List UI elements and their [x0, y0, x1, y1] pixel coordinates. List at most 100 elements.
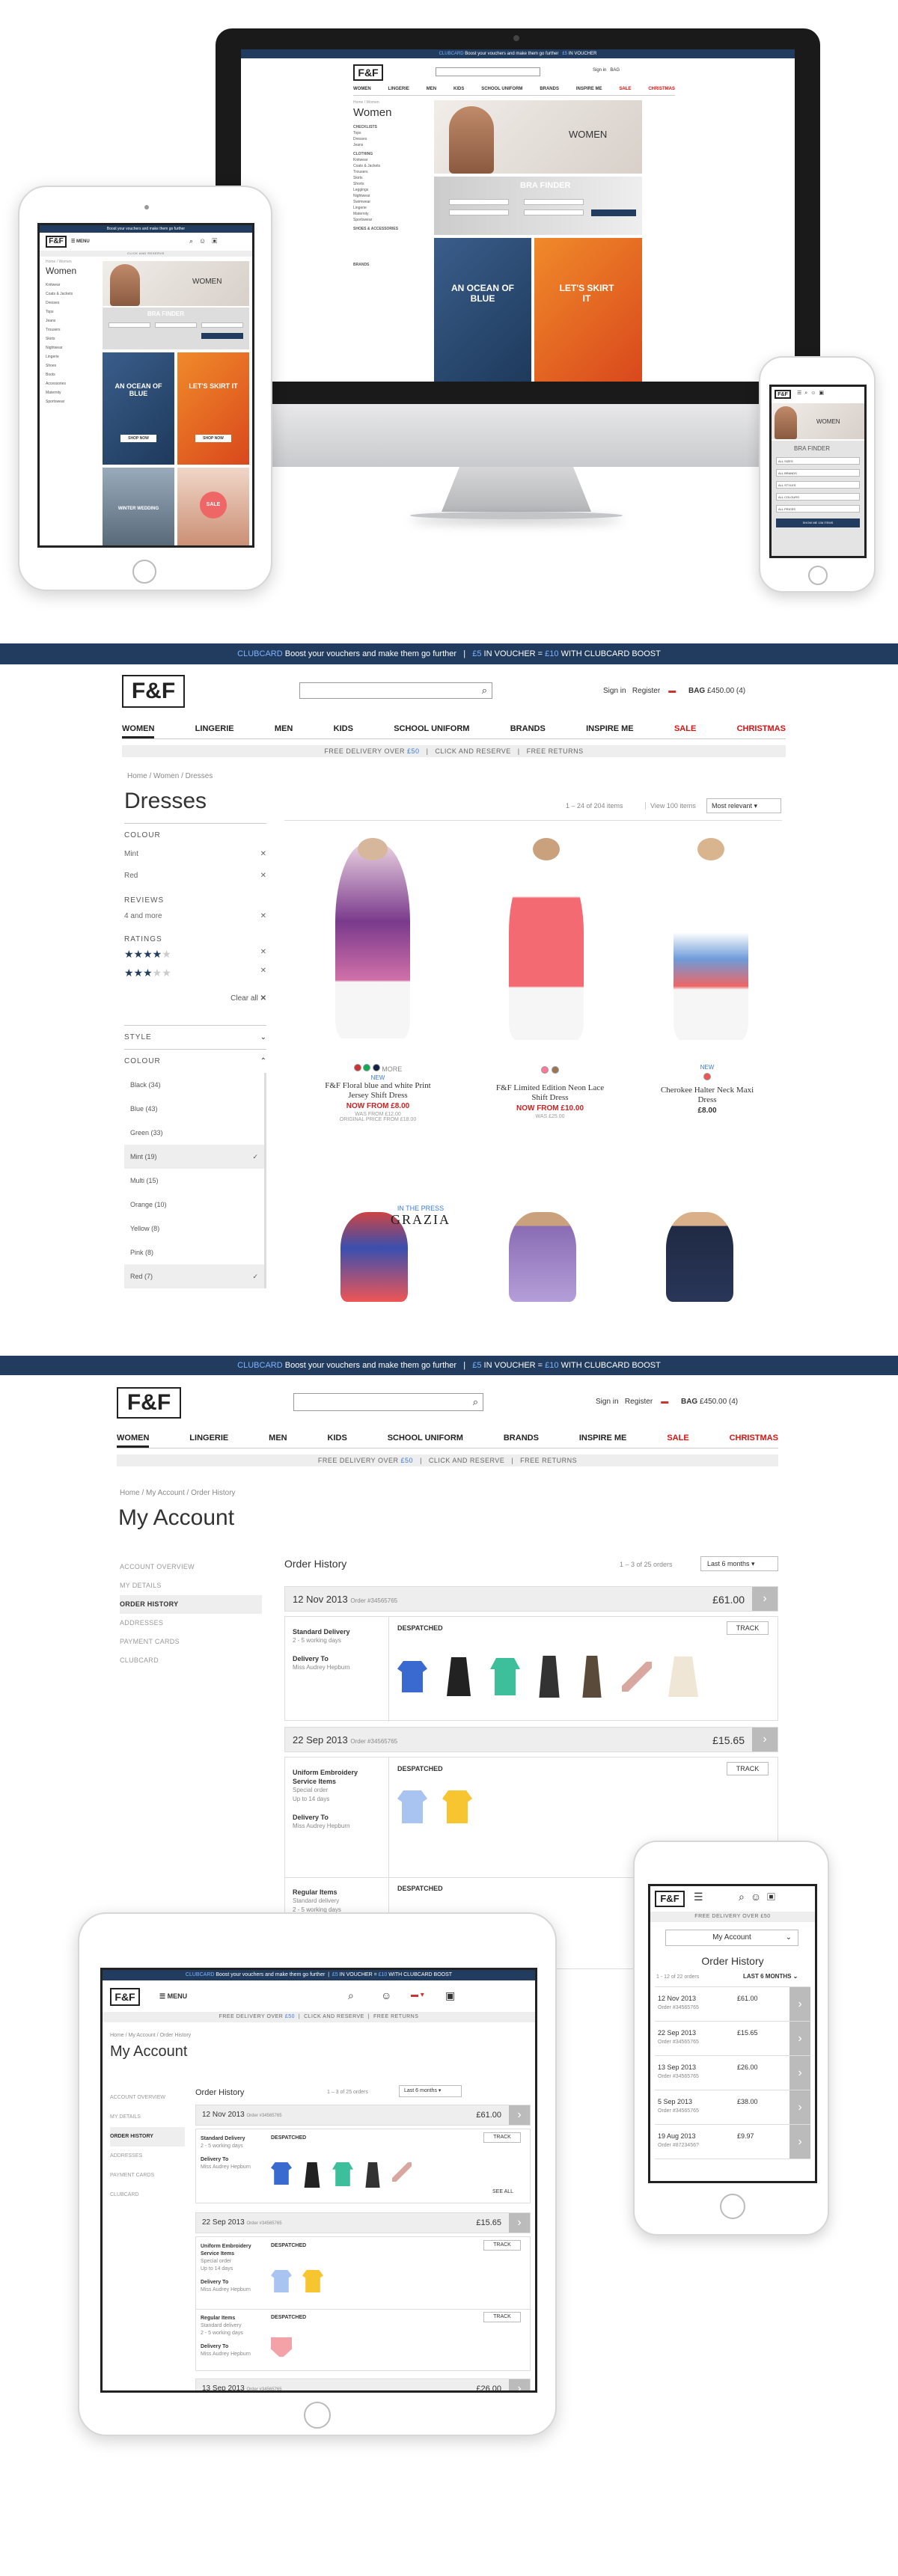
product-image[interactable] [509, 1212, 576, 1302]
chevron-right-icon[interactable]: › [509, 2105, 530, 2125]
menu-button[interactable]: ☰ MENU [159, 1992, 187, 2001]
swatches[interactable]: MORE [322, 1064, 434, 1073]
nav-lingerie[interactable]: LINGERIE [388, 87, 409, 95]
nav-christmas[interactable]: CHRISTMAS [648, 87, 675, 95]
chevron-right-icon[interactable]: › [509, 2213, 530, 2233]
menu-addresses[interactable]: ADDRESSES [110, 2147, 185, 2166]
skirt-it-banner[interactable]: LET'S SKIRT IT [534, 238, 642, 382]
show-items-button[interactable]: SHOW ME 136 ITEMS [776, 518, 860, 527]
nav-christmas[interactable]: CHRISTMAS [737, 718, 786, 738]
period-select[interactable]: LAST 6 MONTHS ⌄ [743, 1973, 798, 1980]
menu-account-overview[interactable]: ACCOUNT OVERVIEW [120, 1558, 262, 1576]
product-card[interactable] [298, 838, 448, 1062]
colour-filter-toggle[interactable]: COLOUR ⌃ [124, 1049, 266, 1065]
product-name[interactable]: F&F Limited Edition Neon Lace Shift Dres… [494, 1083, 606, 1103]
breadcrumb-home[interactable]: Home [127, 772, 147, 780]
colour-option[interactable]: Orange (10) [124, 1193, 264, 1217]
women-hero[interactable]: WOMEN [434, 100, 642, 174]
bra-finder[interactable]: BRA FINDER [103, 308, 249, 349]
order-row[interactable]: 22 Sep 2013 Order #34565765 £15.65 › [655, 2022, 810, 2056]
item-thumb[interactable] [442, 1790, 472, 1823]
nav-men[interactable]: MEN [269, 1428, 287, 1448]
colour-option[interactable]: Black (34) [124, 1073, 264, 1097]
nav-sale[interactable]: SALE [667, 1428, 688, 1448]
chevron-right-icon[interactable]: › [752, 1728, 778, 1752]
order-row[interactable]: 19 Aug 2013 Order #8723456? £9.97 › [655, 2125, 810, 2159]
see-all-link[interactable]: SEE ALL [492, 2189, 513, 2194]
chevron-right-icon[interactable]: › [752, 1587, 778, 1611]
chevron-right-icon[interactable]: › [509, 2379, 530, 2390]
order-header[interactable]: 12 Nov 2013 Order #34565765 £61.00 › [195, 2105, 531, 2126]
order-header[interactable]: 22 Sep 2013 Order #34565765 £15.65 › [284, 1727, 778, 1752]
menu-payment-cards[interactable]: PAYMENT CARDS [120, 1633, 262, 1651]
item-thumb[interactable] [622, 1662, 652, 1692]
view-all-link[interactable]: View 100 items [645, 802, 696, 810]
product-card[interactable] [479, 838, 614, 1062]
menu-icon[interactable]: ☰ [694, 1891, 703, 1903]
colour-option-selected[interactable]: Red (7) ✓ [124, 1264, 264, 1288]
sort-select[interactable]: Most relevant ▾ [706, 798, 781, 813]
nav-kids[interactable]: KIDS [453, 87, 464, 95]
ipad-home-button[interactable] [132, 560, 156, 584]
menu-button[interactable]: ☰ MENU [71, 239, 90, 244]
order-row[interactable]: 12 Nov 2013 Order #34565765 £61.00 › [655, 1987, 810, 2022]
colour-option[interactable]: Pink (8) [124, 1240, 264, 1264]
product-image[interactable] [335, 844, 410, 1038]
ipad-home-button[interactable] [304, 2402, 331, 2429]
nav-kids[interactable]: KIDS [334, 718, 353, 738]
sale-banner[interactable]: SALE [177, 468, 249, 545]
filter-chip-reviews[interactable]: 4 and more ✕ [124, 912, 266, 920]
logo[interactable]: F&F [122, 675, 185, 708]
bag-icon[interactable]: ▣ [445, 1989, 455, 2002]
logo[interactable]: F&F [655, 1891, 685, 1907]
swatches[interactable] [494, 1064, 606, 1077]
search-icon[interactable]: ⌕ [473, 1396, 478, 1408]
chevron-right-icon[interactable]: › [789, 1987, 810, 2021]
track-button[interactable]: TRACK [483, 2312, 521, 2322]
search-icon[interactable]: ⌕ [348, 1989, 354, 2002]
item-thumb[interactable] [539, 1656, 560, 1698]
swatches[interactable] [659, 1071, 756, 1084]
shop-now-button[interactable]: SHOP NOW [120, 435, 156, 442]
bag-link[interactable]: BAG [688, 687, 705, 695]
track-button[interactable]: TRACK [727, 1621, 769, 1635]
menu-payment-cards[interactable]: PAYMENT CARDS [110, 2166, 185, 2185]
colour-option-selected[interactable]: Mint (19) ✓ [124, 1145, 264, 1169]
remove-icon[interactable]: ✕ [260, 850, 266, 858]
logo[interactable]: F&F [117, 1387, 181, 1419]
menu-my-details[interactable]: MY DETAILS [120, 1576, 262, 1595]
product-image[interactable] [509, 860, 584, 1040]
order-header[interactable]: 13 Sep 2013 Order #34565765 £26.00 › [195, 2378, 531, 2390]
menu-addresses[interactable]: ADDRESSES [120, 1614, 262, 1633]
phone-home-button[interactable] [720, 2194, 745, 2219]
sign-in-link[interactable]: Sign in [603, 687, 626, 695]
filter-chip-red[interactable]: Red ✕ [124, 872, 266, 880]
register-link[interactable]: Register [625, 1398, 653, 1406]
account-icon[interactable]: ☺ [381, 1989, 391, 2001]
breadcrumb-home[interactable]: Home [120, 1489, 140, 1497]
product-card[interactable] [659, 838, 778, 1062]
account-links[interactable]: Sign in BAG [593, 68, 620, 73]
period-select[interactable]: Last 6 months ▾ [399, 2085, 462, 2097]
track-button[interactable]: TRACK [483, 2240, 521, 2251]
remove-icon[interactable]: ✕ [260, 912, 266, 920]
filter-chip-mint[interactable]: Mint ✕ [124, 850, 266, 858]
product-name[interactable]: F&F Floral blue and white Print Jersey S… [322, 1081, 434, 1101]
product-name[interactable]: Cherokee Halter Neck Maxi Dress [659, 1086, 756, 1105]
product-image[interactable] [674, 860, 748, 1040]
nav-christmas[interactable]: CHRISTMAS [730, 1428, 778, 1448]
nav-brands[interactable]: BRANDS [540, 87, 559, 95]
winter-wedding-banner[interactable]: WINTER WEDDING [103, 468, 174, 545]
style-filter-toggle[interactable]: STYLE ⌄ [124, 1025, 266, 1041]
nav-lingerie[interactable]: LINGERIE [189, 1428, 228, 1448]
menu-my-details[interactable]: MY DETAILS [110, 2108, 185, 2127]
chevron-right-icon[interactable]: › [789, 2125, 810, 2159]
search-input[interactable] [436, 67, 540, 76]
nav-sale[interactable]: SALE [619, 87, 631, 95]
breadcrumb-women[interactable]: Women [153, 772, 179, 780]
logo[interactable]: F&F [353, 64, 383, 81]
flag-icon[interactable]: ▬ [668, 687, 676, 695]
menu-clubcard[interactable]: CLUBCARD [110, 2185, 185, 2205]
logo[interactable]: F&F [46, 236, 67, 248]
item-thumb[interactable] [668, 1656, 698, 1697]
